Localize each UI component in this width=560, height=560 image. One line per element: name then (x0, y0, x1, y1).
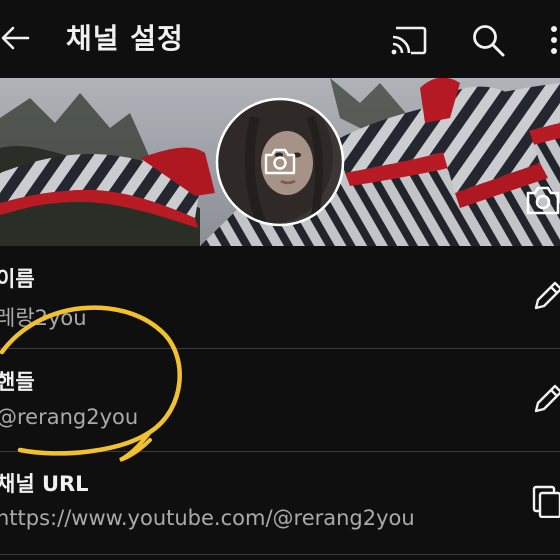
url-label: 채널 URL (0, 472, 89, 496)
settings-row-name[interactable]: 이름 레랑2you (0, 246, 560, 348)
avatar-camera-icon[interactable] (263, 147, 297, 177)
url-value: https://www.youtube.com/@rerang2you (0, 506, 415, 530)
name-value: 레랑2you (0, 306, 87, 330)
avatar[interactable] (215, 97, 345, 227)
cast-icon[interactable] (390, 24, 428, 56)
handle-value: @rerang2you (0, 405, 139, 429)
settings-row-handle[interactable]: 핸들 @rerang2you (0, 349, 560, 451)
settings-row-url[interactable]: 채널 URL https://www.youtube.com/@rerang2y… (0, 452, 560, 560)
divider (0, 554, 560, 555)
back-arrow-icon[interactable] (0, 21, 32, 55)
page-title: 채널 설정 (66, 22, 184, 55)
handle-label: 핸들 (0, 370, 35, 394)
name-label: 이름 (0, 267, 35, 291)
copy-icon[interactable] (530, 484, 560, 518)
more-vert-icon[interactable] (546, 22, 560, 58)
pencil-icon[interactable] (530, 280, 560, 314)
app-bar: 채널 설정 (0, 0, 560, 78)
pencil-icon[interactable] (530, 383, 560, 417)
camera-icon[interactable] (524, 184, 560, 218)
search-icon[interactable] (470, 22, 506, 58)
